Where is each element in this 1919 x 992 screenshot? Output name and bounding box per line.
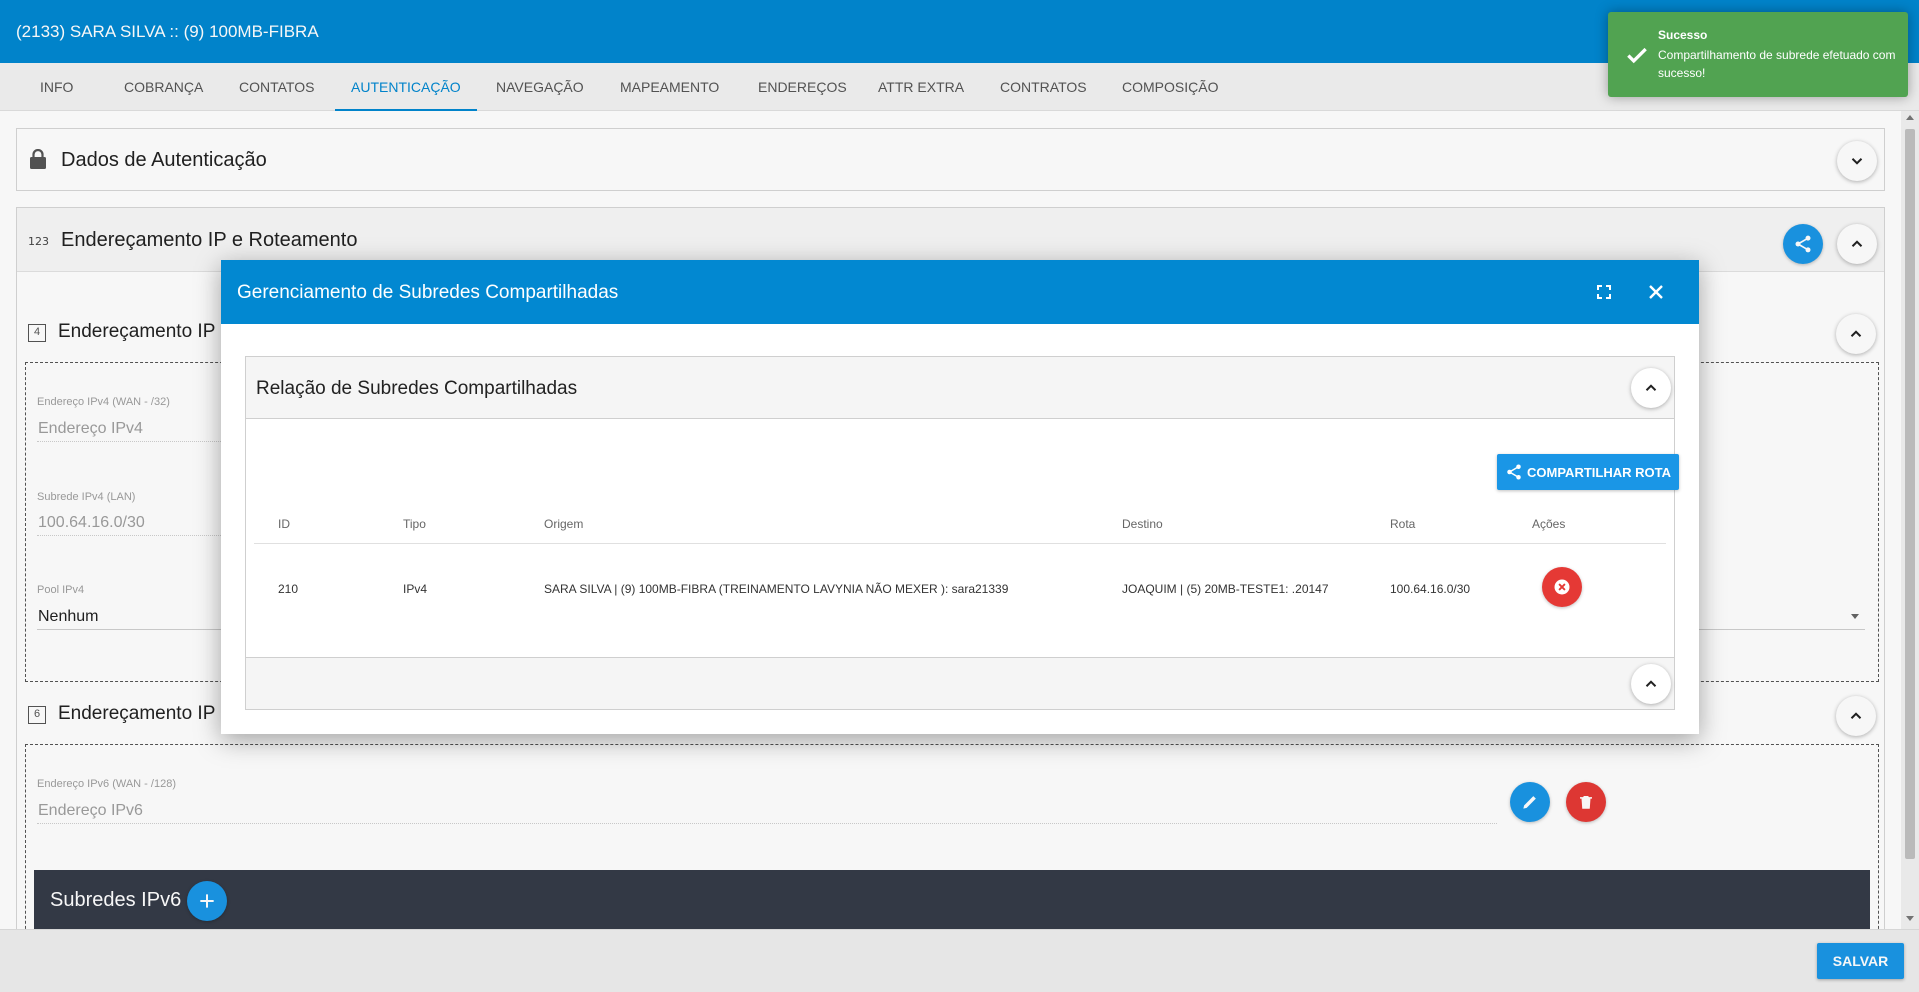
cell-tipo: IPv4 (403, 582, 428, 596)
modal-title: Gerenciamento de Subredes Compartilhadas (237, 282, 619, 303)
shared-subnets-collapse-button[interactable] (1631, 368, 1671, 408)
share-route-label: COMPARTILHAR ROTA (1527, 464, 1671, 480)
shared-subnets-footer-collapse-button[interactable] (1631, 664, 1671, 704)
cell-id: 210 (278, 582, 299, 596)
shared-subnets-modal: Gerenciamento de Subredes Compartilhadas… (221, 260, 1699, 734)
modal-header: Gerenciamento de Subredes Compartilhadas (221, 260, 1699, 324)
shared-subnets-panel-header: Relação de Subredes Compartilhadas (246, 357, 1674, 419)
modal-close-button[interactable] (1644, 280, 1668, 304)
share-route-button[interactable]: COMPARTILHAR ROTA (1497, 454, 1679, 490)
toast-message: Compartilhamento de subrede efetuado com… (1658, 48, 1896, 80)
column-header-rota: Rota (1390, 517, 1416, 531)
close-circle-icon (1554, 579, 1570, 595)
shared-subnets-panel-footer (246, 657, 1674, 709)
fullscreen-icon (1597, 285, 1611, 299)
chevron-up-icon (1645, 680, 1657, 687)
cell-rota: 100.64.16.0/30 (1390, 582, 1471, 596)
cell-destino: JOAQUIM | (5) 20MB-TESTE1: .20147 (1122, 582, 1329, 596)
column-header-origem: Origem (544, 517, 584, 531)
remove-shared-subnet-button[interactable] (1542, 567, 1582, 607)
cell-origem: SARA SILVA | (9) 100MB-FIBRA (TREINAMENT… (544, 582, 1009, 596)
close-icon (1649, 285, 1663, 299)
shared-subnets-panel: Relação de Subredes Compartilhadas COMPA… (245, 356, 1679, 710)
toast-title: Sucesso (1658, 28, 1708, 42)
check-icon (1627, 47, 1647, 64)
chevron-up-icon (1645, 384, 1657, 391)
share-icon (1507, 464, 1521, 480)
column-header-destino: Destino (1122, 517, 1163, 531)
success-toast[interactable]: Sucesso Compartilhamento de subrede efet… (1608, 12, 1908, 97)
fullscreen-button[interactable] (1592, 280, 1616, 304)
table-header-divider (254, 543, 1666, 544)
column-header-id: ID (278, 517, 290, 531)
column-header-acoes: Ações (1532, 517, 1566, 531)
column-header-tipo: Tipo (403, 517, 426, 531)
shared-subnets-panel-title: Relação de Subredes Compartilhadas (256, 378, 578, 399)
